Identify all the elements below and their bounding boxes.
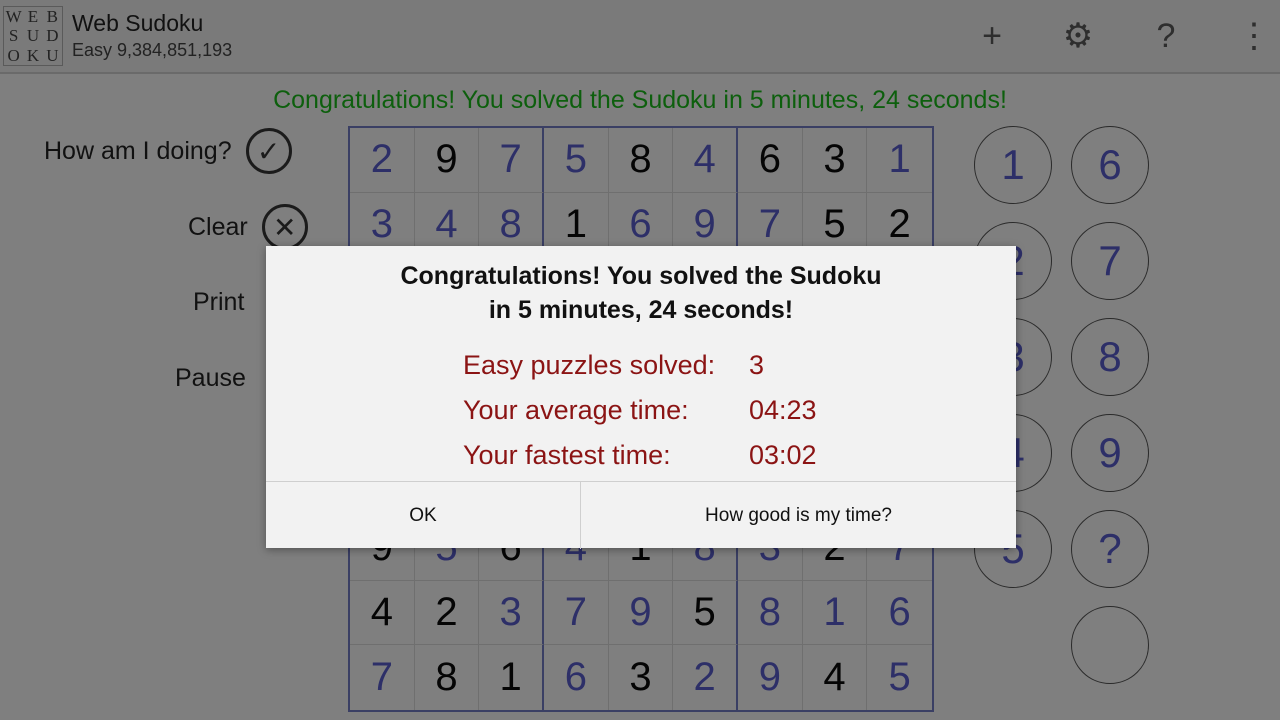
logo-letter: E <box>27 7 39 27</box>
stat-value: 3 <box>749 350 765 380</box>
sudoku-cell[interactable]: 5 <box>867 645 932 710</box>
sudoku-cell[interactable]: 8 <box>608 128 674 193</box>
sudoku-cell[interactable]: 7 <box>350 645 415 710</box>
sudoku-cell[interactable]: 4 <box>350 580 415 646</box>
overflow-menu-icon[interactable]: ⋮ <box>1234 16 1274 56</box>
how-good-is-my-time-button[interactable]: How good is my time? <box>581 482 1016 549</box>
stat-label: Easy puzzles solved: <box>463 350 716 380</box>
sudoku-cell[interactable]: 4 <box>803 645 868 710</box>
dialog-title-line1: Congratulations! You solved the Sudoku <box>400 262 882 290</box>
number-key[interactable]: 9 <box>1071 414 1149 492</box>
help-icon[interactable]: ? <box>1146 16 1186 56</box>
pause-button[interactable]: Pause <box>175 364 246 393</box>
logo-letter: D <box>46 26 59 46</box>
sudoku-cell[interactable]: 2 <box>414 580 480 646</box>
sudoku-cell[interactable]: 3 <box>609 645 674 710</box>
dialog-title-line2: in 5 minutes, 24 seconds! <box>488 296 794 324</box>
check-icon: ✓ <box>245 128 292 174</box>
solved-banner: Congratulations! You solved the Sudoku i… <box>273 86 1007 114</box>
how-am-i-doing-button[interactable]: How am I doing? ✓ <box>44 128 292 174</box>
app-logo: WEBSUDOKU <box>3 6 63 66</box>
sudoku-cell[interactable]: 3 <box>479 580 544 646</box>
stat-value: 04:23 <box>749 395 817 425</box>
logo-letter: S <box>8 26 19 46</box>
congratulations-dialog: Congratulations! You solved the Sudoku i… <box>266 246 1016 549</box>
sudoku-cell[interactable]: 7 <box>479 128 544 193</box>
dialog-button-bar: OK How good is my time? <box>266 481 1016 549</box>
logo-letter: U <box>46 45 59 65</box>
blank-key[interactable] <box>1071 606 1149 684</box>
sudoku-cell[interactable]: 6 <box>867 581 932 646</box>
sudoku-cell[interactable]: 1 <box>867 128 932 193</box>
stat-label: Your fastest time: <box>463 440 671 470</box>
ok-button[interactable]: OK <box>266 482 581 549</box>
sudoku-cell[interactable]: 7 <box>543 580 609 646</box>
app-title: Web Sudoku <box>72 10 204 36</box>
sudoku-cell[interactable]: 2 <box>673 645 738 710</box>
sudoku-cell[interactable]: 5 <box>543 128 609 193</box>
logo-letter: O <box>7 45 20 65</box>
pause-label: Pause <box>175 364 246 392</box>
sudoku-cell[interactable]: 8 <box>737 580 803 646</box>
sudoku-cell[interactable]: 1 <box>479 645 544 710</box>
logo-letter: B <box>46 7 58 27</box>
puzzle-subtitle: Easy 9,384,851,193 <box>72 40 233 60</box>
sudoku-cell[interactable]: 2 <box>350 128 415 193</box>
action-bar: WEBSUDOKU Web Sudoku Easy 9,384,851,193 … <box>0 0 1280 74</box>
sudoku-cell[interactable]: 3 <box>802 128 868 193</box>
how-am-i-doing-label: How am I doing? <box>44 136 232 165</box>
number-key[interactable]: 1 <box>974 126 1052 204</box>
print-button[interactable]: Print <box>193 288 244 317</box>
stat-label: Your average time: <box>463 395 689 425</box>
logo-letter: U <box>26 26 40 46</box>
logo-letter: W <box>5 7 22 27</box>
clear-label: Clear <box>188 212 248 241</box>
hint-key[interactable]: ? <box>1071 510 1149 588</box>
number-key[interactable]: 7 <box>1071 222 1149 300</box>
dialog-title: Congratulations! You solved the Sudoku i… <box>266 259 1016 327</box>
print-label: Print <box>193 288 245 316</box>
number-key[interactable]: 8 <box>1071 318 1149 396</box>
sudoku-cell[interactable]: 1 <box>802 580 868 646</box>
sudoku-cell[interactable]: 6 <box>544 645 609 710</box>
sudoku-cell[interactable]: 9 <box>608 580 674 646</box>
logo-letter: K <box>26 45 40 65</box>
sudoku-cell[interactable]: 9 <box>738 645 803 710</box>
sudoku-cell[interactable]: 6 <box>737 128 803 193</box>
stat-value: 03:02 <box>749 440 817 470</box>
new-puzzle-icon[interactable]: + <box>972 16 1012 56</box>
sudoku-cell[interactable]: 5 <box>673 580 738 646</box>
sudoku-cell[interactable]: 9 <box>414 128 480 193</box>
gear-icon[interactable]: ⚙ <box>1058 16 1098 56</box>
clear-button[interactable]: Clear ✕ <box>188 204 308 250</box>
sudoku-cell[interactable]: 4 <box>673 128 738 193</box>
clear-icon: ✕ <box>261 204 308 250</box>
number-key[interactable]: 6 <box>1071 126 1149 204</box>
sudoku-cell[interactable]: 8 <box>415 645 480 710</box>
